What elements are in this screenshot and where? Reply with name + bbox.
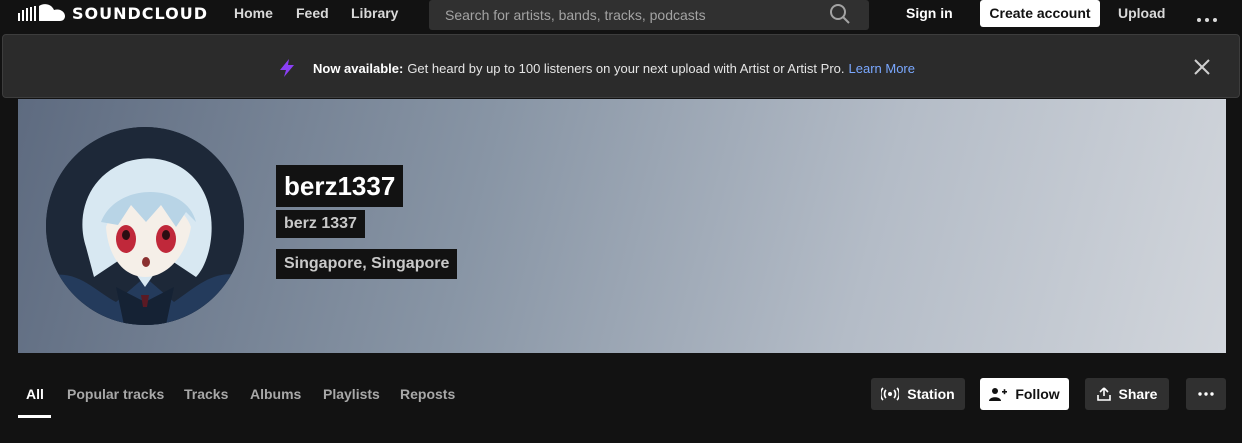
tab-playlists[interactable]: Playlists: [323, 386, 380, 402]
search-bar: [429, 0, 869, 30]
tab-reposts[interactable]: Reposts: [400, 386, 455, 402]
sign-in-link[interactable]: Sign in: [906, 5, 953, 21]
banner-title: Now available:: [313, 60, 404, 76]
more-options-icon: [1198, 392, 1214, 396]
more-icon[interactable]: [1196, 10, 1218, 28]
nav-home[interactable]: Home: [234, 5, 273, 21]
search-input[interactable]: [429, 0, 819, 30]
profile-display-name: berz 1337: [276, 210, 365, 238]
active-tab-indicator: [18, 415, 51, 418]
top-nav: SOUNDCLOUD Home Feed Library Sign in Cre…: [0, 0, 1242, 30]
lightning-icon: [280, 59, 294, 77]
soundcloud-logo-icon: [18, 4, 65, 21]
tab-popular-tracks[interactable]: Popular tracks: [67, 386, 164, 402]
banner-content: Now available: Get heard by up to 100 li…: [277, 58, 915, 78]
profile-header: berz1337 berz 1337 Singapore, Singapore: [18, 99, 1226, 353]
follow-label: Follow: [1015, 386, 1060, 402]
learn-more-link[interactable]: Learn More: [849, 61, 915, 76]
tab-tracks[interactable]: Tracks: [184, 386, 228, 402]
share-label: Share: [1118, 386, 1158, 402]
follow-icon: [989, 388, 1008, 401]
tab-albums[interactable]: Albums: [250, 386, 301, 402]
announcement-banner: Now available: Get heard by up to 100 li…: [2, 34, 1240, 98]
nav-feed[interactable]: Feed: [296, 5, 329, 21]
soundcloud-logo[interactable]: SOUNDCLOUD: [18, 3, 208, 23]
station-button[interactable]: Station: [871, 378, 965, 410]
station-label: Station: [907, 386, 955, 402]
banner-text: Get heard by up to 100 listeners on your…: [407, 60, 845, 76]
share-button[interactable]: Share: [1085, 378, 1169, 410]
search-icon[interactable]: [829, 3, 851, 30]
profile-username: berz1337: [276, 165, 404, 207]
upload-link[interactable]: Upload: [1118, 5, 1165, 21]
avatar[interactable]: [46, 127, 244, 325]
share-icon: [1096, 387, 1111, 401]
station-icon: [881, 387, 900, 401]
logo-text: SOUNDCLOUD: [72, 3, 209, 23]
more-options-button[interactable]: [1186, 378, 1226, 410]
close-icon[interactable]: [1193, 58, 1211, 81]
create-account-button[interactable]: Create account: [980, 0, 1100, 27]
nav-library[interactable]: Library: [351, 5, 398, 21]
profile-location: Singapore, Singapore: [276, 249, 458, 279]
tab-all[interactable]: All: [26, 386, 44, 402]
follow-button[interactable]: Follow: [980, 378, 1069, 410]
